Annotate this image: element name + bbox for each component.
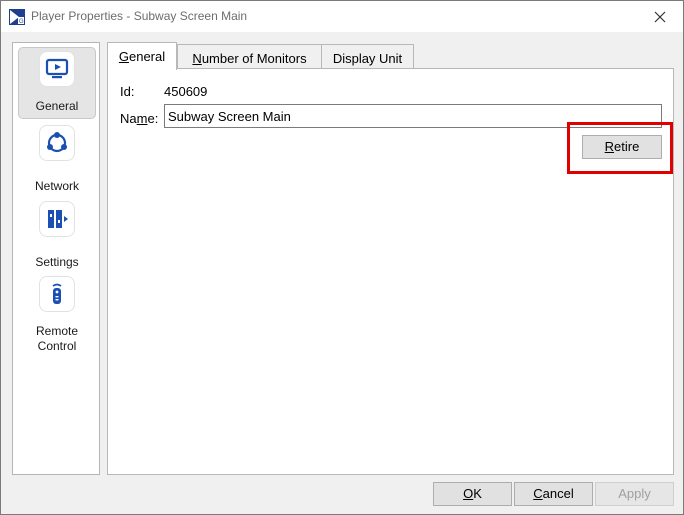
cancel-accel: C xyxy=(533,486,543,501)
monitor-play-icon xyxy=(40,52,74,86)
title-bar: G Player Properties - Subway Screen Main xyxy=(1,1,683,32)
cancel-button[interactable]: Cancel xyxy=(514,482,593,506)
sidebar-item-network[interactable]: Network xyxy=(18,126,96,193)
svg-text:G: G xyxy=(19,19,24,25)
ok-accel: O xyxy=(463,486,474,501)
sidebar-item-general[interactable]: General xyxy=(18,47,96,119)
network-icon xyxy=(40,126,74,160)
sidebar-item-remote-control[interactable]: Remote Control xyxy=(18,277,96,353)
settings-panel-icon xyxy=(40,202,74,236)
tab-label: Display Unit xyxy=(332,51,403,66)
ok-label: K xyxy=(473,486,482,501)
id-value: 450609 xyxy=(164,84,208,99)
tab-label: eneral xyxy=(128,49,166,64)
category-sidebar: General Network Settings Remote Control xyxy=(12,42,100,475)
id-label: Id: xyxy=(120,84,135,99)
app-logo-icon: G xyxy=(9,9,25,25)
name-label: Name: xyxy=(120,111,158,126)
sidebar-item-label: Network xyxy=(34,179,79,193)
retire-highlight-box xyxy=(567,122,673,174)
tab-accel: N xyxy=(192,51,202,66)
remote-control-icon xyxy=(40,277,74,311)
name-label-pre: Na xyxy=(120,111,137,126)
apply-button[interactable]: Apply xyxy=(595,482,674,506)
close-button[interactable] xyxy=(637,1,683,32)
tab-accel: G xyxy=(118,49,129,64)
ok-button[interactable]: OK xyxy=(433,482,512,506)
close-icon xyxy=(654,11,666,22)
name-label-accel: m xyxy=(136,111,148,126)
sidebar-item-label: General xyxy=(35,99,79,113)
sidebar-item-settings[interactable]: Settings xyxy=(18,202,96,269)
window-title: Player Properties - Subway Screen Main xyxy=(31,9,248,23)
tab-label: umber of Monitors xyxy=(201,51,307,66)
player-properties-window: G Player Properties - Subway Screen Main… xyxy=(0,0,684,515)
tab-general[interactable]: General xyxy=(107,42,177,70)
tab-number-of-monitors[interactable]: Number of Monitors xyxy=(177,44,322,69)
tab-display-unit[interactable]: Display Unit xyxy=(321,44,414,69)
cancel-label: ancel xyxy=(542,486,574,501)
name-label-post: e: xyxy=(147,111,159,126)
sidebar-item-label: Remote Control xyxy=(35,324,79,353)
sidebar-item-label: Settings xyxy=(35,255,79,269)
